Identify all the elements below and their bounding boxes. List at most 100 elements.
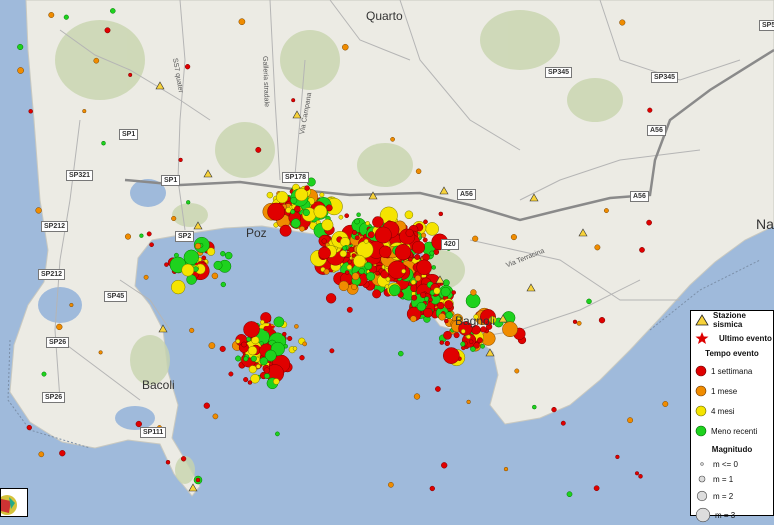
earthquake-marker-yellow[interactable] [273,379,279,385]
earthquake-marker-orange[interactable] [416,169,421,174]
earthquake-marker-yellow[interactable] [248,346,257,355]
earthquake-marker-red[interactable] [348,260,352,264]
earthquake-marker-green[interactable] [432,265,436,269]
earthquake-marker-green[interactable] [221,282,226,287]
earthquake-marker-red[interactable] [179,158,183,162]
earthquake-marker-green[interactable] [184,250,199,265]
earthquake-marker-green[interactable] [102,141,106,145]
earthquake-marker-green[interactable] [214,261,222,269]
earthquake-marker-red[interactable] [352,230,357,235]
earthquake-marker-yellow[interactable] [402,269,406,273]
earthquake-marker-green[interactable] [389,285,400,296]
earthquake-marker-green[interactable] [251,356,257,362]
earthquake-marker-orange[interactable] [472,236,478,242]
earthquake-marker-yellow[interactable] [236,339,240,343]
earthquake-marker-orange[interactable] [414,394,420,400]
earthquake-marker-red[interactable] [128,73,132,77]
earthquake-marker-orange[interactable] [391,137,395,141]
earthquake-marker-green[interactable] [291,210,295,214]
earthquake-marker-orange[interactable] [595,245,600,250]
earthquake-marker-green[interactable] [244,357,249,362]
earthquake-marker-yellow[interactable] [293,347,297,351]
earthquake-marker-green[interactable] [291,219,300,228]
earthquake-marker-orange[interactable] [300,226,305,231]
earthquake-marker-red[interactable] [439,212,443,216]
earthquake-marker-red[interactable] [355,236,359,240]
earthquake-marker-red[interactable] [430,486,435,491]
earthquake-marker-orange[interactable] [39,452,44,457]
earthquake-marker-orange[interactable] [294,324,298,328]
earthquake-marker-orange[interactable] [410,316,416,322]
earthquake-marker-green[interactable] [275,432,279,436]
earthquake-marker-orange[interactable] [49,12,54,17]
earthquake-marker-red[interactable] [594,486,599,491]
earthquake-marker-red[interactable] [59,450,65,456]
earthquake-marker-red[interactable] [423,308,432,317]
earthquake-marker-orange[interactable] [511,234,517,240]
earthquake-marker-yellow[interactable] [386,277,390,281]
earthquake-marker-red[interactable] [243,377,248,382]
earthquake-marker-yellow[interactable] [347,265,352,270]
earthquake-marker-green[interactable] [354,219,359,224]
earthquake-marker-red[interactable] [29,109,33,113]
earthquake-marker-orange[interactable] [604,208,608,212]
earthquake-marker-red[interactable] [440,341,444,345]
earthquake-marker-red[interactable] [635,472,639,476]
earthquake-marker-orange[interactable] [144,275,148,279]
earthquake-marker-yellow[interactable] [249,366,257,374]
earthquake-marker-orange[interactable] [36,208,42,214]
earthquake-marker-orange[interactable] [339,281,349,291]
earthquake-marker-red[interactable] [166,460,170,464]
earthquake-marker-red[interactable] [294,206,300,212]
earthquake-marker-red[interactable] [444,319,448,323]
earthquake-marker-orange[interactable] [303,342,307,346]
earthquake-marker-orange[interactable] [351,284,357,290]
earthquake-marker-red[interactable] [241,342,246,347]
earthquake-marker-red[interactable] [147,232,151,236]
earthquake-marker-yellow[interactable] [339,215,343,219]
earthquake-marker-orange[interactable] [471,290,477,296]
earthquake-marker-red[interactable] [291,98,295,102]
earthquake-marker-orange[interactable] [195,243,201,249]
earthquake-marker-red[interactable] [27,425,32,430]
earthquake-marker-red[interactable] [434,249,439,254]
earthquake-marker-red[interactable] [435,386,440,391]
earthquake-marker-green[interactable] [461,342,466,347]
earthquake-marker-red[interactable] [616,455,620,459]
earthquake-marker-green[interactable] [186,200,190,204]
earthquake-marker-green[interactable] [470,347,475,352]
earthquake-marker-red[interactable] [330,349,334,353]
earthquake-marker-red[interactable] [445,341,450,346]
earthquake-marker-red[interactable] [552,407,557,412]
earthquake-marker-orange[interactable] [415,275,421,281]
earthquake-marker-yellow[interactable] [405,211,413,219]
earthquake-marker-orange[interactable] [189,328,194,333]
earthquake-marker-green[interactable] [446,312,453,319]
earthquake-marker-yellow[interactable] [366,221,370,225]
earthquake-marker-orange[interactable] [352,273,359,280]
earthquake-marker-red[interactable] [406,229,414,237]
earthquake-marker-red[interactable] [282,332,286,336]
earthquake-marker-red[interactable] [415,254,420,259]
earthquake-marker-yellow[interactable] [171,280,185,294]
earthquake-marker-green[interactable] [567,492,572,497]
earthquake-marker-yellow[interactable] [340,250,347,257]
earthquake-marker-red[interactable] [395,244,411,260]
earthquake-marker-green[interactable] [303,209,310,216]
earthquake-marker-yellow[interactable] [467,335,471,339]
earthquake-marker-green[interactable] [441,287,450,296]
earthquake-marker-yellow[interactable] [322,219,333,230]
earthquake-marker-red[interactable] [164,263,168,267]
earthquake-marker-red[interactable] [150,243,154,247]
earthquake-marker-red[interactable] [345,271,349,275]
earthquake-marker-red[interactable] [326,293,336,303]
earthquake-marker-red[interactable] [477,338,482,343]
earthquake-marker-red[interactable] [268,203,285,220]
earthquake-marker-red[interactable] [220,346,226,352]
earthquake-marker-green[interactable] [365,262,372,269]
earthquake-marker-yellow[interactable] [411,280,416,285]
earthquake-marker-yellow[interactable] [353,255,365,267]
earthquake-marker-yellow[interactable] [314,205,327,218]
earthquake-marker-orange[interactable] [502,322,517,337]
earthquake-marker-orange[interactable] [212,273,218,279]
